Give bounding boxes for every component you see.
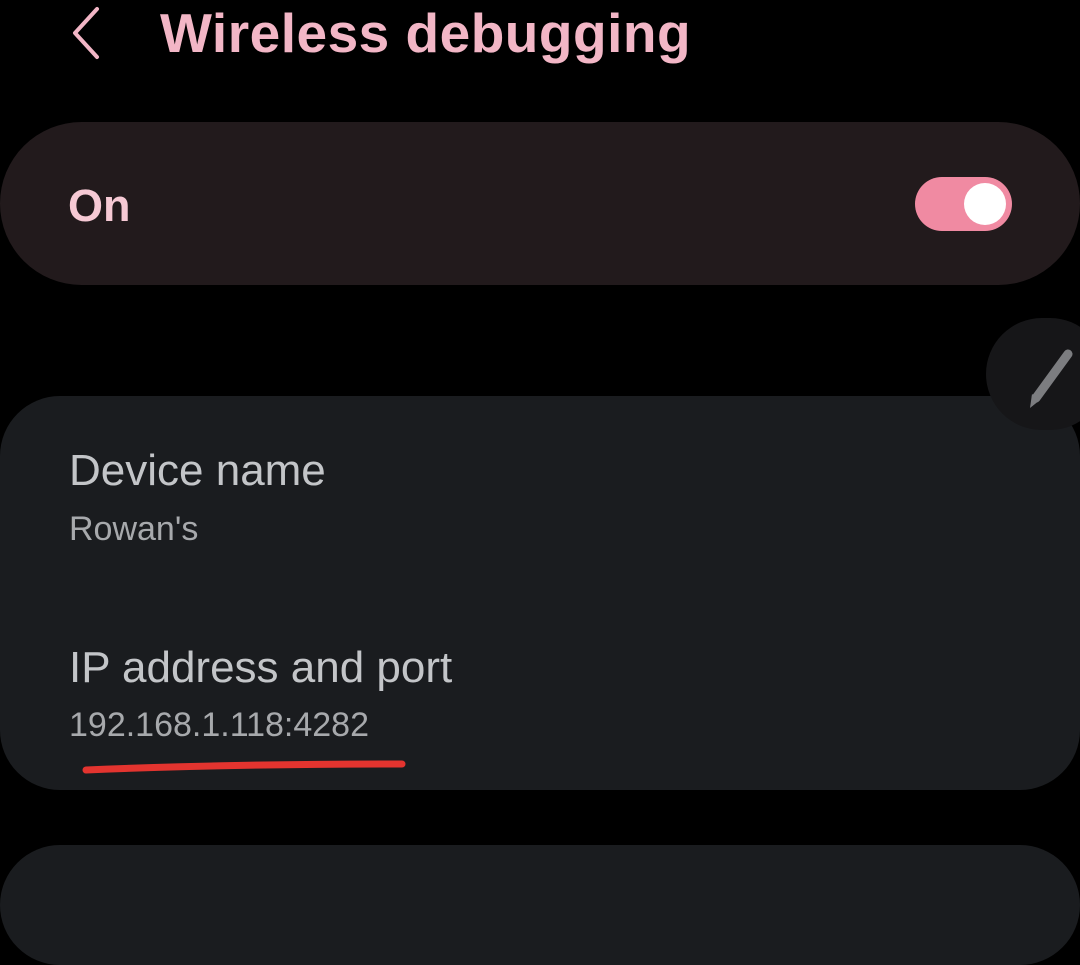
device-name-title: Device name <box>69 446 326 495</box>
device-name-value: Rowan's <box>69 510 199 548</box>
chevron-left-icon <box>73 7 99 59</box>
toggle-knob <box>964 183 1006 225</box>
ip-address-value[interactable]: 192.168.1.118:4282 <box>69 702 369 748</box>
ip-address-title: IP address and port <box>69 643 453 692</box>
next-card[interactable] <box>0 845 1080 965</box>
pencil-icon <box>1030 349 1073 408</box>
page-title: Wireless debugging <box>160 2 692 64</box>
back-button[interactable] <box>52 0 122 66</box>
master-switch-label: On <box>68 180 131 231</box>
